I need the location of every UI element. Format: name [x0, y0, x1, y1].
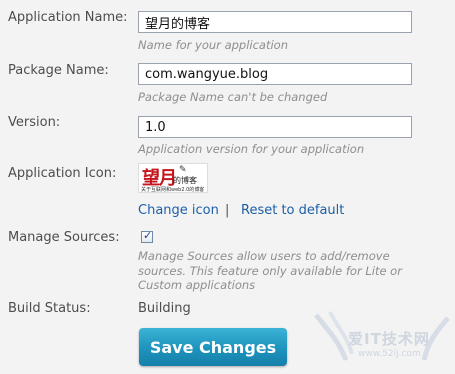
package-name-hint: Package Name can't be changed [138, 90, 328, 104]
version-hint: Application version for your application [138, 142, 365, 156]
app-name-field[interactable] [138, 11, 412, 33]
save-changes-button[interactable]: Save Changes [139, 328, 287, 366]
build-status-label: Build Status: [8, 301, 91, 316]
watermark: 爱IT技术网 www.52ij.com [308, 310, 455, 374]
wings-logo-icon [314, 311, 450, 361]
reset-icon-link[interactable]: Reset to default [241, 203, 344, 218]
version-label: Version: [8, 115, 61, 130]
app-icon-logo-tagline: 关于互联网和web2.0的博客 [141, 187, 205, 193]
app-name-label: Application Name: [8, 10, 128, 25]
app-icon-logo-subtext: 的博客 [173, 176, 197, 185]
app-icon-label: Application Icon: [8, 166, 117, 181]
version-field[interactable] [138, 116, 412, 138]
watermark-text: 爱IT技术网 [348, 330, 430, 348]
manage-sources-label: Manage Sources: [8, 230, 120, 245]
pencil-icon: ✎ [179, 165, 187, 175]
package-name-field[interactable] [138, 63, 412, 85]
package-name-label: Package Name: [8, 63, 109, 78]
link-separator: | [225, 203, 230, 218]
change-icon-link[interactable]: Change icon [138, 203, 219, 218]
manage-sources-checkbox[interactable]: ✓ [141, 229, 153, 243]
app-icon-image: 望月 ✎ 的博客 关于互联网和web2.0的博客 [138, 163, 208, 193]
manage-sources-hint: Manage Sources allow users to add/remove… [138, 249, 402, 292]
build-status-value: Building [138, 301, 191, 316]
checkmark-icon: ✓ [143, 229, 153, 242]
watermark-url: www.52ij.com [358, 349, 421, 359]
app-name-hint: Name for your application [138, 38, 288, 52]
